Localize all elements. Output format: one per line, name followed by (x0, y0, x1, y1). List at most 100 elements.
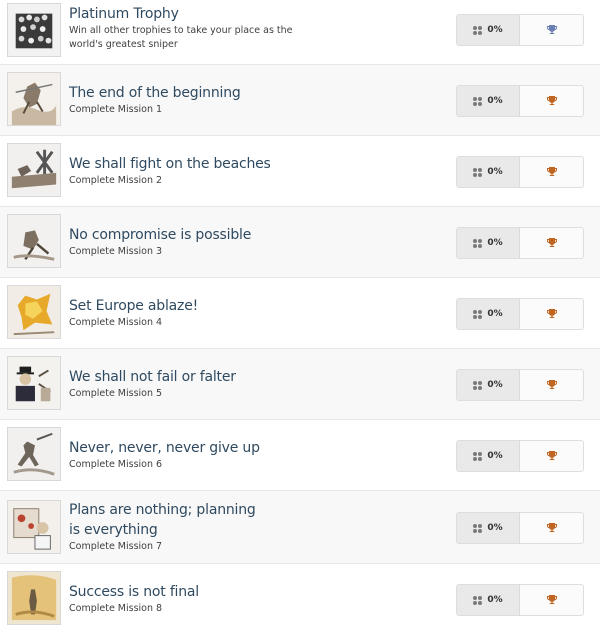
trophy-info: Platinum Trophy Win all other trophies t… (69, 4, 449, 52)
trophy-image (7, 427, 61, 481)
rarity-dots-icon (473, 96, 483, 106)
trophy-icon (546, 380, 557, 389)
rarity-dots-icon (473, 238, 483, 248)
trophy-row[interactable]: We shall fight on the beaches Complete M… (0, 136, 600, 207)
trophy-title: Platinum Trophy (69, 6, 179, 22)
trophy-row[interactable]: Platinum Trophy Win all other trophies t… (0, 0, 600, 65)
trophy-stats[interactable]: 0% (456, 369, 584, 401)
rarity-cell: 0% (457, 585, 520, 615)
trophy-description: Complete Mission 2 (69, 175, 163, 186)
rarity-percent: 0% (487, 595, 503, 605)
trophy-title: Plans are nothing; planning is everythin… (69, 502, 256, 538)
trophy-row[interactable]: The end of the beginning Complete Missio… (0, 65, 600, 136)
trophy-list: Platinum Trophy Win all other trophies t… (0, 0, 600, 630)
grade-cell (520, 299, 583, 329)
trophy-image (7, 500, 61, 554)
rarity-dots-icon (473, 25, 483, 35)
trophy-icon (546, 238, 557, 247)
trophy-description: Complete Mission 8 (69, 603, 163, 614)
rarity-percent: 0% (487, 451, 503, 461)
rarity-percent: 0% (487, 25, 503, 35)
trophy-row[interactable]: Never, never, never give up Complete Mis… (0, 420, 600, 491)
trophy-info: Success is not final Complete Mission 8 (69, 582, 449, 616)
trophy-icon (546, 167, 557, 176)
trophy-image (7, 143, 61, 197)
trophy-stats[interactable]: 0% (456, 14, 584, 46)
rarity-dots-icon (473, 451, 483, 461)
trophy-description: Complete Mission 5 (69, 388, 163, 399)
trophy-info: Never, never, never give up Complete Mis… (69, 438, 449, 472)
rarity-cell: 0% (457, 228, 520, 258)
trophy-stats[interactable]: 0% (456, 512, 584, 544)
trophy-icon (546, 451, 557, 460)
trophy-image (7, 214, 61, 268)
trophy-description: Win all other trophies to take your plac… (69, 25, 293, 50)
trophy-description: Complete Mission 3 (69, 246, 163, 257)
trophy-row[interactable]: Plans are nothing; planning is everythin… (0, 491, 600, 564)
rarity-cell: 0% (457, 157, 520, 187)
rarity-dots-icon (473, 309, 483, 319)
rarity-cell: 0% (457, 513, 520, 543)
rarity-cell: 0% (457, 370, 520, 400)
trophy-stats[interactable]: 0% (456, 584, 584, 616)
rarity-dots-icon (473, 380, 483, 390)
trophy-icon (546, 523, 557, 532)
rarity-dots-icon (473, 167, 483, 177)
rarity-dots-icon (473, 523, 483, 533)
rarity-percent: 0% (487, 96, 503, 106)
trophy-description: Complete Mission 1 (69, 104, 163, 115)
trophy-stats[interactable]: 0% (456, 156, 584, 188)
trophy-info: No compromise is possible Complete Missi… (69, 225, 449, 259)
rarity-cell: 0% (457, 441, 520, 471)
grade-cell (520, 86, 583, 116)
trophy-info: The end of the beginning Complete Missio… (69, 83, 449, 117)
rarity-percent: 0% (487, 309, 503, 319)
trophy-icon (546, 96, 557, 105)
trophy-stats[interactable]: 0% (456, 85, 584, 117)
trophy-title: The end of the beginning (69, 85, 241, 101)
trophy-title: Never, never, never give up (69, 440, 260, 456)
trophy-title: Success is not final (69, 584, 199, 600)
grade-cell (520, 157, 583, 187)
trophy-row[interactable]: No compromise is possible Complete Missi… (0, 207, 600, 278)
trophy-image (7, 356, 61, 410)
rarity-percent: 0% (487, 167, 503, 177)
trophy-info: Plans are nothing; planning is everythin… (69, 500, 449, 554)
trophy-icon (546, 25, 557, 34)
trophy-image (7, 72, 61, 126)
trophy-image (7, 3, 61, 57)
trophy-stats[interactable]: 0% (456, 298, 584, 330)
trophy-icon (546, 595, 557, 604)
grade-cell (520, 15, 583, 45)
rarity-percent: 0% (487, 238, 503, 248)
trophy-row[interactable]: We shall not fail or falter Complete Mis… (0, 349, 600, 420)
trophy-title: We shall not fail or falter (69, 369, 236, 385)
trophy-stats[interactable]: 0% (456, 440, 584, 472)
rarity-cell: 0% (457, 15, 520, 45)
trophy-description: Complete Mission 6 (69, 459, 163, 470)
trophy-info: We shall not fail or falter Complete Mis… (69, 367, 449, 401)
grade-cell (520, 585, 583, 615)
rarity-percent: 0% (487, 523, 503, 533)
trophy-description: Complete Mission 7 (69, 541, 163, 552)
grade-cell (520, 370, 583, 400)
trophy-icon (546, 309, 557, 318)
trophy-title: We shall fight on the beaches (69, 156, 271, 172)
trophy-image (7, 571, 61, 625)
grade-cell (520, 513, 583, 543)
trophy-title: No compromise is possible (69, 227, 252, 243)
grade-cell (520, 228, 583, 258)
rarity-dots-icon (473, 595, 483, 605)
rarity-cell: 0% (457, 299, 520, 329)
trophy-row[interactable]: Set Europe ablaze! Complete Mission 4 0% (0, 278, 600, 349)
trophy-image (7, 285, 61, 339)
trophy-description: Complete Mission 4 (69, 317, 163, 328)
trophy-stats[interactable]: 0% (456, 227, 584, 259)
rarity-cell: 0% (457, 86, 520, 116)
rarity-percent: 0% (487, 380, 503, 390)
trophy-info: We shall fight on the beaches Complete M… (69, 154, 449, 188)
trophy-title: Set Europe ablaze! (69, 298, 199, 314)
grade-cell (520, 441, 583, 471)
trophy-row[interactable]: Success is not final Complete Mission 8 … (0, 564, 600, 630)
trophy-info: Set Europe ablaze! Complete Mission 4 (69, 296, 449, 330)
